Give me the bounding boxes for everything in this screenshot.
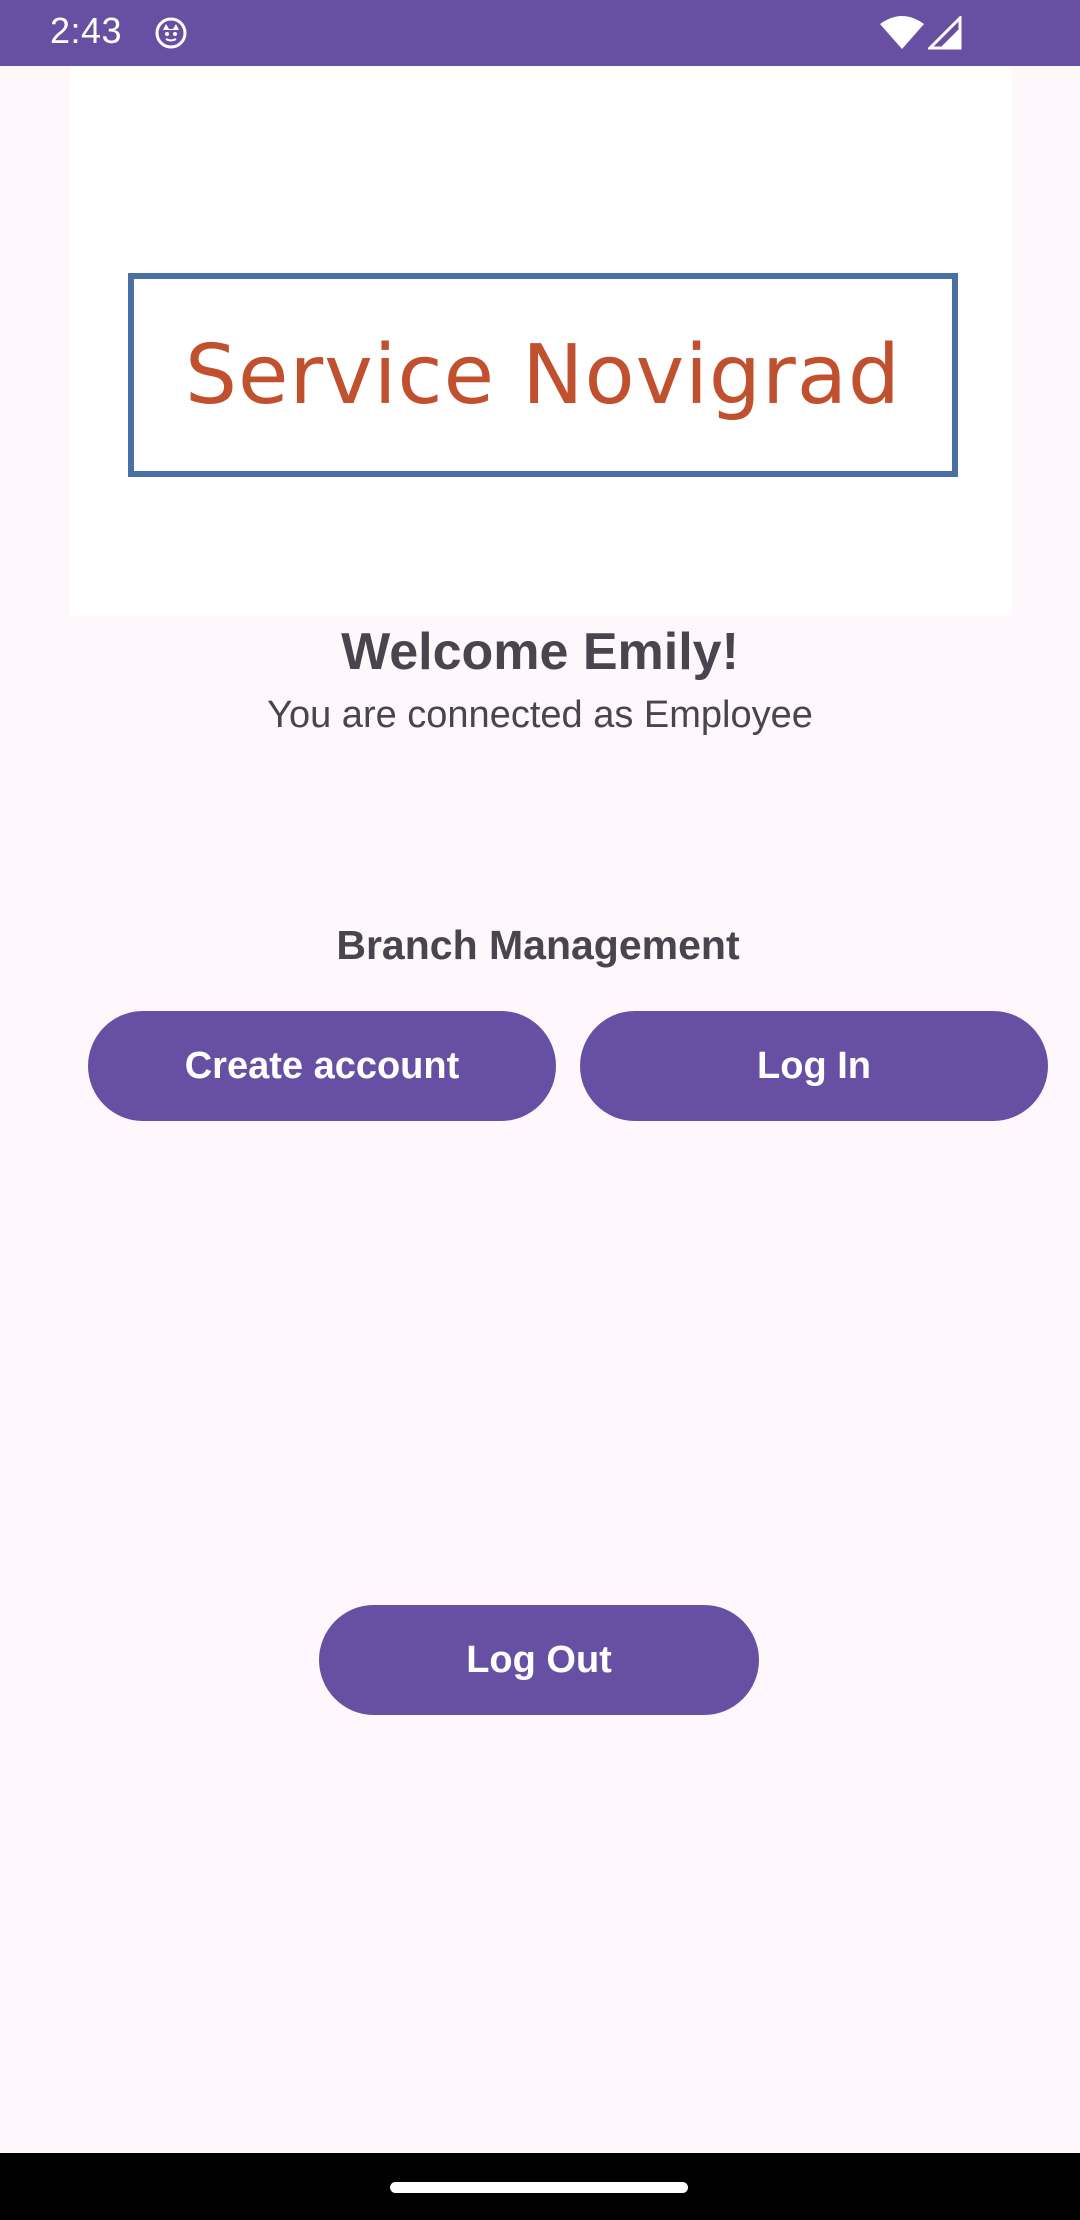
welcome-title: Welcome Emily! bbox=[341, 623, 739, 681]
cellular-signal-icon bbox=[928, 16, 962, 50]
logo-image: Service Novigrad bbox=[70, 66, 1012, 616]
app-notification-icon bbox=[155, 17, 187, 49]
log-out-button[interactable]: Log Out bbox=[319, 1605, 759, 1715]
create-account-button[interactable]: Create account bbox=[88, 1011, 556, 1121]
logo-text: Service Novigrad bbox=[184, 327, 901, 423]
home-gesture-handle[interactable] bbox=[390, 2182, 688, 2193]
status-bar: 2:43 bbox=[0, 0, 1080, 66]
wifi-icon bbox=[880, 16, 924, 49]
status-time: 2:43 bbox=[50, 10, 123, 51]
welcome-subtitle: You are connected as Employee bbox=[267, 694, 813, 736]
log-in-button[interactable]: Log In bbox=[580, 1011, 1048, 1121]
logo-frame: Service Novigrad bbox=[128, 273, 958, 477]
branch-management-title: Branch Management bbox=[336, 922, 740, 968]
